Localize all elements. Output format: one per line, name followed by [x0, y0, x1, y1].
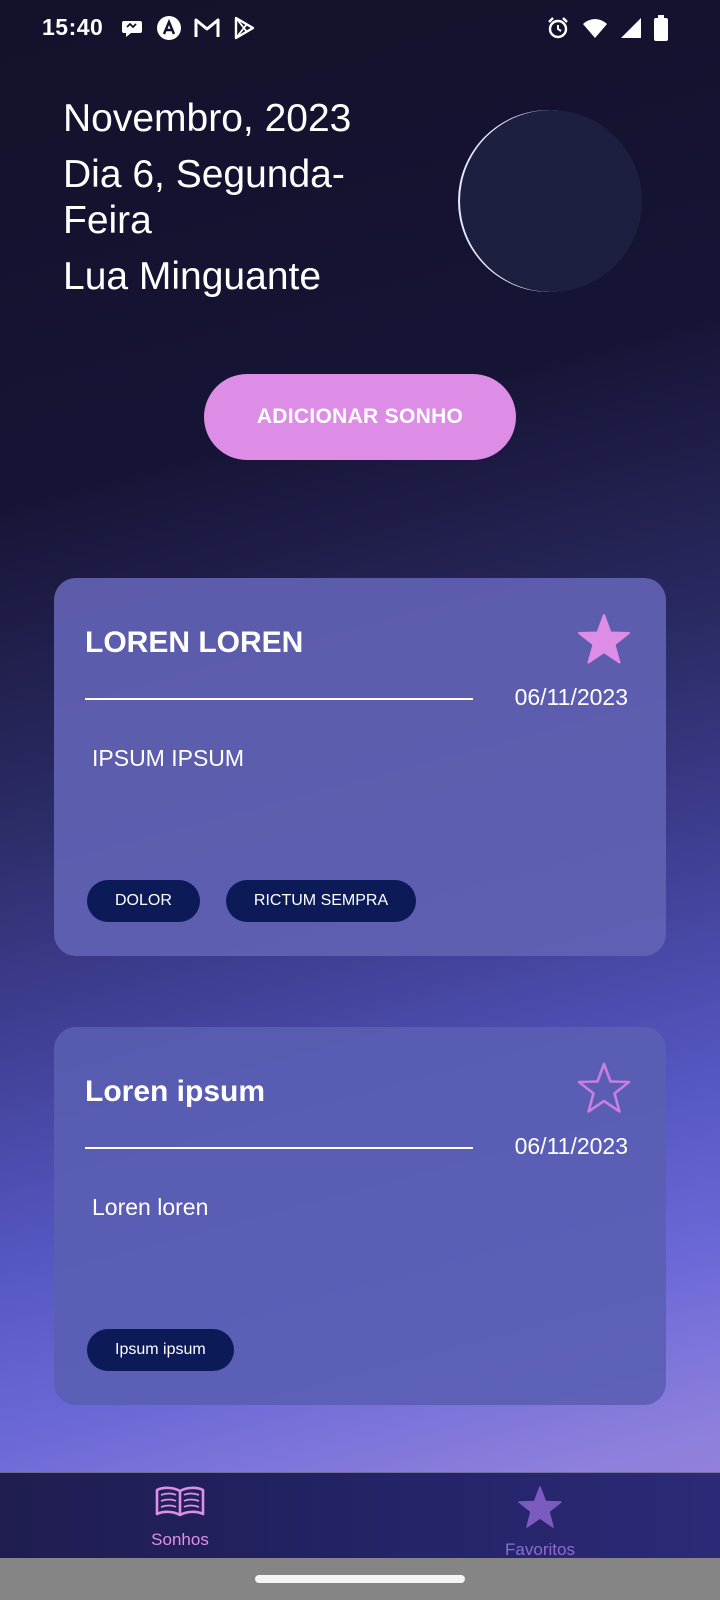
tag-list: DOLOR RICTUM SEMPRA — [87, 880, 417, 922]
tag-list: Ipsum ipsum — [87, 1329, 234, 1371]
divider — [85, 698, 473, 700]
system-icons — [546, 14, 668, 42]
nav-item-sonhos[interactable]: Sonhos — [80, 1473, 280, 1559]
tag-chip[interactable]: RICTUM SEMPRA — [225, 880, 417, 922]
dream-date: 06/11/2023 — [514, 1133, 628, 1159]
nav-item-favoritos[interactable]: Favoritos — [440, 1473, 640, 1559]
battery-icon — [654, 15, 668, 41]
tag-chip[interactable]: Ipsum ipsum — [87, 1329, 234, 1371]
status-bar: 15:40 — [0, 0, 720, 56]
dream-title: LOREN LOREN — [85, 626, 304, 659]
play-icon — [232, 16, 256, 40]
moon-icon — [460, 110, 642, 292]
chat-bubble-icon — [120, 16, 144, 40]
dream-date: 06/11/2023 — [514, 684, 628, 710]
moon-phase-label: Lua Minguante — [63, 255, 322, 298]
dream-body: IPSUM IPSUM — [92, 745, 245, 771]
add-dream-button[interactable]: ADICIONAR SONHO — [204, 374, 516, 460]
tag-chip[interactable]: DOLOR — [87, 880, 200, 922]
gmail-icon — [194, 17, 220, 39]
date-header: Novembro, 2023 Dia 6, Segunda-Feira Lua … — [63, 96, 443, 300]
signal-icon — [620, 17, 642, 39]
dream-body: Loren loren — [92, 1194, 209, 1220]
day-of-week: Dia 6, Segunda-Feira — [63, 153, 345, 242]
divider — [85, 1147, 473, 1149]
favorite-star-outline-icon[interactable] — [576, 1061, 632, 1117]
star-icon — [517, 1485, 563, 1534]
gesture-bar — [0, 1558, 720, 1600]
status-time: 15:40 — [42, 14, 104, 40]
bottom-navigation: Sonhos Favoritos — [0, 1472, 720, 1559]
notification-icons — [120, 14, 256, 42]
nav-label-favoritos: Favoritos — [505, 1540, 575, 1559]
dream-card[interactable]: Loren ipsum 06/11/2023 Loren loren Ipsum… — [54, 1027, 666, 1405]
book-icon — [153, 1485, 207, 1524]
home-gesture-handle[interactable] — [255, 1575, 465, 1583]
nav-label-sonhos: Sonhos — [151, 1530, 209, 1549]
dream-card[interactable]: LOREN LOREN 06/11/2023 IPSUM IPSUM DOLOR… — [54, 578, 666, 956]
alarm-icon — [546, 16, 570, 40]
month-year: Novembro, 2023 — [63, 97, 352, 140]
wifi-icon — [582, 17, 608, 39]
app-a-icon — [156, 15, 182, 41]
favorite-star-icon[interactable] — [576, 612, 632, 668]
dream-title: Loren ipsum — [85, 1075, 266, 1108]
